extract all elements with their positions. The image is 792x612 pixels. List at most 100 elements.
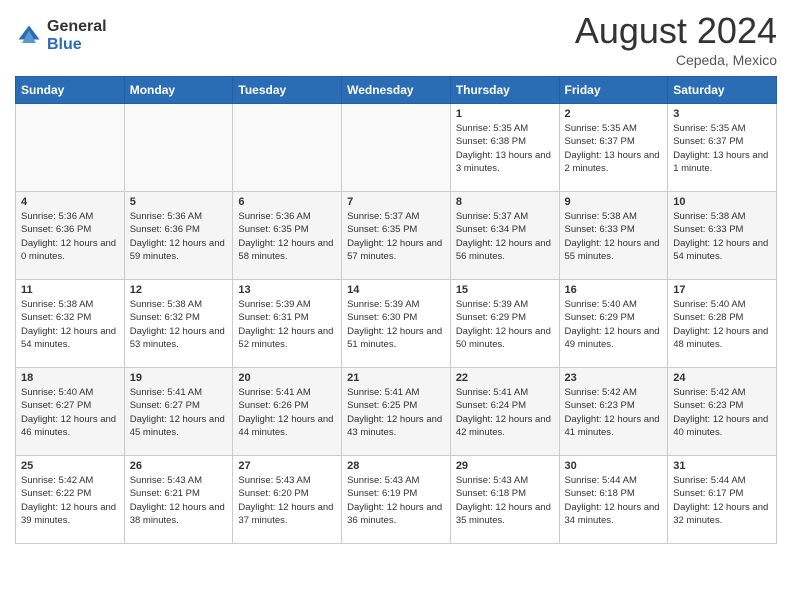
calendar-cell: 30 Sunrise: 5:44 AMSunset: 6:18 PMDayligh…: [559, 456, 668, 544]
calendar-cell: [124, 104, 233, 192]
calendar-cell: 14 Sunrise: 5:39 AMSunset: 6:30 PMDayligh…: [342, 280, 451, 368]
day-info: Sunrise: 5:36 AMSunset: 6:36 PMDaylight:…: [130, 210, 228, 263]
day-number: 4: [21, 196, 119, 208]
calendar-cell: 18Sunrise: 5:40 AMSunset: 6:27 PMDayligh…: [16, 368, 125, 456]
day-info: Sunrise: 5:36 AMSunset: 6:35 PMDaylight:…: [238, 210, 336, 263]
calendar-week-1: 1Sunrise: 5:35 AMSunset: 6:38 PMDaylight…: [16, 104, 777, 192]
page-header: General Blue August 2024 Cepeda, Mexico: [15, 10, 777, 68]
day-info: Sunrise: 5:35 AMSunset: 6:38 PMDaylight:…: [456, 122, 554, 175]
calendar-cell: 28Sunrise: 5:43 AMSunset: 6:19 PMDayligh…: [342, 456, 451, 544]
day-number: 24: [673, 372, 771, 384]
calendar-cell: 19 Sunrise: 5:41 AMSunset: 6:27 PMDayligh…: [124, 368, 233, 456]
day-number: 9: [565, 196, 663, 208]
calendar-cell: 13Sunrise: 5:39 AMSunset: 6:31 PMDayligh…: [233, 280, 342, 368]
weekday-header-friday: Friday: [559, 77, 668, 104]
calendar-cell: 1Sunrise: 5:35 AMSunset: 6:38 PMDaylight…: [450, 104, 559, 192]
day-number: 19: [130, 372, 228, 384]
calendar-cell: 27 Sunrise: 5:43 AMSunset: 6:20 PMDayligh…: [233, 456, 342, 544]
day-number: 27: [238, 460, 336, 472]
day-info: Sunrise: 5:43 AMSunset: 6:20 PMDaylight:…: [238, 474, 336, 527]
calendar-cell: 8 Sunrise: 5:37 AMSunset: 6:34 PMDaylight…: [450, 192, 559, 280]
calendar-cell: 23Sunrise: 5:42 AMSunset: 6:23 PMDayligh…: [559, 368, 668, 456]
day-info: Sunrise: 5:38 AMSunset: 6:33 PMDaylight:…: [673, 210, 771, 263]
day-number: 8: [456, 196, 554, 208]
day-number: 29: [456, 460, 554, 472]
day-number: 20: [238, 372, 336, 384]
calendar-header-row: SundayMondayTuesdayWednesdayThursdayFrid…: [16, 77, 777, 104]
calendar-cell: 16 Sunrise: 5:40 AMSunset: 6:29 PMDayligh…: [559, 280, 668, 368]
day-info: Sunrise: 5:42 AMSunset: 6:23 PMDaylight:…: [673, 386, 771, 439]
day-info: Sunrise: 5:41 AMSunset: 6:25 PMDaylight:…: [347, 386, 445, 439]
day-info: Sunrise: 5:41 AMSunset: 6:27 PMDaylight:…: [130, 386, 228, 439]
day-info: Sunrise: 5:38 AMSunset: 6:32 PMDaylight:…: [130, 298, 228, 351]
calendar-cell: 4Sunrise: 5:36 AMSunset: 6:36 PMDaylight…: [16, 192, 125, 280]
day-info: Sunrise: 5:42 AMSunset: 6:23 PMDaylight:…: [565, 386, 663, 439]
day-info: Sunrise: 5:41 AMSunset: 6:26 PMDaylight:…: [238, 386, 336, 439]
day-number: 31: [673, 460, 771, 472]
day-number: 2: [565, 108, 663, 120]
day-info: Sunrise: 5:43 AMSunset: 6:18 PMDaylight:…: [456, 474, 554, 527]
day-info: Sunrise: 5:40 AMSunset: 6:27 PMDaylight:…: [21, 386, 119, 439]
day-info: Sunrise: 5:40 AMSunset: 6:28 PMDaylight:…: [673, 298, 771, 351]
calendar-cell: 3 Sunrise: 5:35 AMSunset: 6:37 PMDaylight…: [668, 104, 777, 192]
day-info: Sunrise: 5:37 AMSunset: 6:34 PMDaylight:…: [456, 210, 554, 263]
day-info: Sunrise: 5:41 AMSunset: 6:24 PMDaylight:…: [456, 386, 554, 439]
calendar-week-3: 11 Sunrise: 5:38 AMSunset: 6:32 PMDayligh…: [16, 280, 777, 368]
calendar-cell: 7 Sunrise: 5:37 AMSunset: 6:35 PMDaylight…: [342, 192, 451, 280]
day-number: 17: [673, 284, 771, 296]
weekday-header-thursday: Thursday: [450, 77, 559, 104]
calendar-cell: 6 Sunrise: 5:36 AMSunset: 6:35 PMDaylight…: [233, 192, 342, 280]
location: Cepeda, Mexico: [575, 52, 777, 68]
day-info: Sunrise: 5:42 AMSunset: 6:22 PMDaylight:…: [21, 474, 119, 527]
day-info: Sunrise: 5:39 AMSunset: 6:31 PMDaylight:…: [238, 298, 336, 351]
day-number: 5: [130, 196, 228, 208]
calendar-cell: 20 Sunrise: 5:41 AMSunset: 6:26 PMDayligh…: [233, 368, 342, 456]
calendar-cell: 5 Sunrise: 5:36 AMSunset: 6:36 PMDaylight…: [124, 192, 233, 280]
weekday-header-monday: Monday: [124, 77, 233, 104]
month-year: August 2024: [575, 10, 777, 52]
calendar-cell: 15 Sunrise: 5:39 AMSunset: 6:29 PMDayligh…: [450, 280, 559, 368]
logo-general-text: General: [47, 18, 107, 36]
day-number: 21: [347, 372, 445, 384]
day-info: Sunrise: 5:35 AMSunset: 6:37 PMDaylight:…: [565, 122, 663, 175]
day-info: Sunrise: 5:37 AMSunset: 6:35 PMDaylight:…: [347, 210, 445, 263]
day-info: Sunrise: 5:39 AMSunset: 6:30 PMDaylight:…: [347, 298, 445, 351]
day-number: 22: [456, 372, 554, 384]
calendar-cell: 17 Sunrise: 5:40 AMSunset: 6:28 PMDayligh…: [668, 280, 777, 368]
calendar-cell: 12 Sunrise: 5:38 AMSunset: 6:32 PMDayligh…: [124, 280, 233, 368]
day-info: Sunrise: 5:39 AMSunset: 6:29 PMDaylight:…: [456, 298, 554, 351]
day-info: Sunrise: 5:44 AMSunset: 6:18 PMDaylight:…: [565, 474, 663, 527]
calendar-cell: 22 Sunrise: 5:41 AMSunset: 6:24 PMDayligh…: [450, 368, 559, 456]
day-info: Sunrise: 5:35 AMSunset: 6:37 PMDaylight:…: [673, 122, 771, 175]
weekday-header-wednesday: Wednesday: [342, 77, 451, 104]
day-number: 6: [238, 196, 336, 208]
day-info: Sunrise: 5:40 AMSunset: 6:29 PMDaylight:…: [565, 298, 663, 351]
day-number: 15: [456, 284, 554, 296]
day-number: 28: [347, 460, 445, 472]
day-number: 12: [130, 284, 228, 296]
calendar-cell: 10 Sunrise: 5:38 AMSunset: 6:33 PMDayligh…: [668, 192, 777, 280]
calendar-table: SundayMondayTuesdayWednesdayThursdayFrid…: [15, 76, 777, 544]
calendar-cell: 31Sunrise: 5:44 AMSunset: 6:17 PMDayligh…: [668, 456, 777, 544]
calendar-cell: 25 Sunrise: 5:42 AMSunset: 6:22 PMDayligh…: [16, 456, 125, 544]
calendar-cell: [16, 104, 125, 192]
day-number: 10: [673, 196, 771, 208]
day-number: 25: [21, 460, 119, 472]
logo: General Blue: [15, 18, 107, 53]
day-number: 30: [565, 460, 663, 472]
calendar-cell: [342, 104, 451, 192]
day-number: 7: [347, 196, 445, 208]
calendar-week-2: 4 Sunrise: 5:36 AMSunset: 6:36 PMDaylight…: [16, 192, 777, 280]
day-number: 14: [347, 284, 445, 296]
logo-blue-text: Blue: [47, 36, 107, 54]
day-info: Sunrise: 5:38 AMSunset: 6:32 PMDaylight:…: [21, 298, 119, 351]
weekday-header-saturday: Saturday: [668, 77, 777, 104]
calendar-cell: 29 Sunrise: 5:43 AMSunset: 6:18 PMDayligh…: [450, 456, 559, 544]
day-number: 3: [673, 108, 771, 120]
logo-icon: [15, 22, 43, 50]
calendar-cell: 11 Sunrise: 5:38 AMSunset: 6:32 PMDayligh…: [16, 280, 125, 368]
day-number: 11: [21, 284, 119, 296]
day-info: Sunrise: 5:38 AMSunset: 6:33 PMDaylight:…: [565, 210, 663, 263]
day-number: 16: [565, 284, 663, 296]
calendar-cell: 21 Sunrise: 5:41 AMSunset: 6:25 PMDayligh…: [342, 368, 451, 456]
